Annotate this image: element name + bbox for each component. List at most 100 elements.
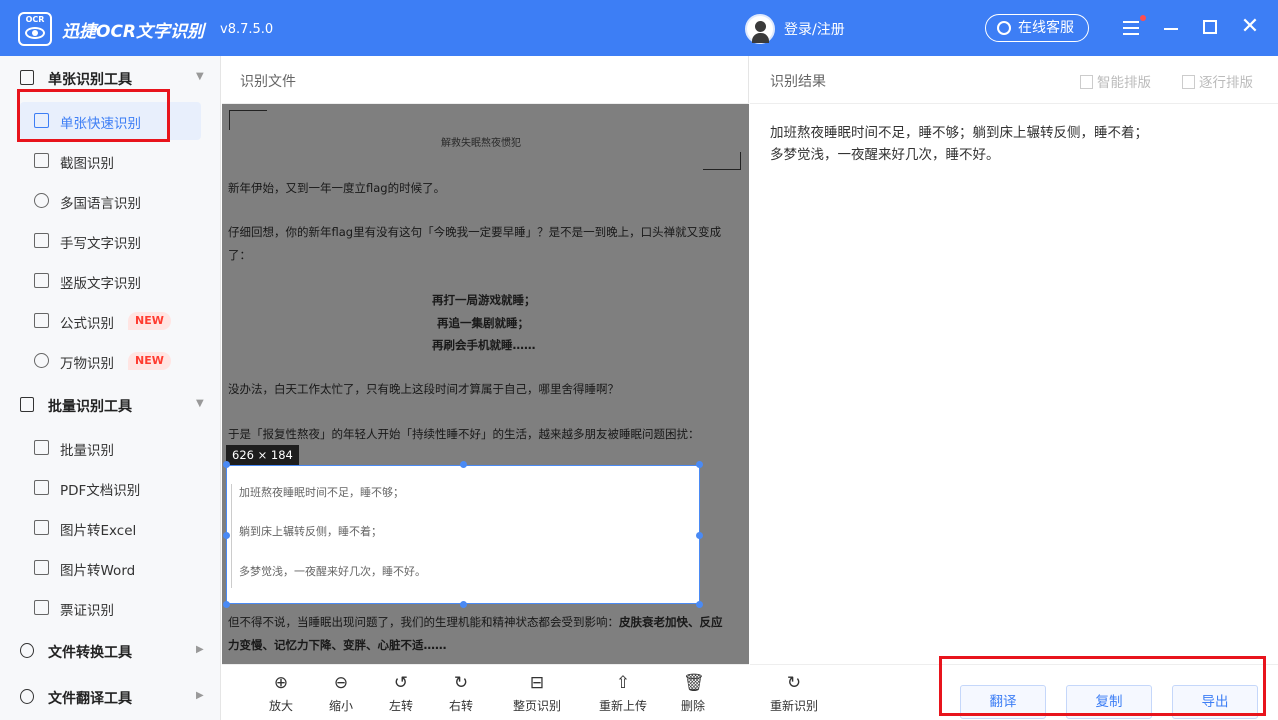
reocr-button[interactable]: ↻ 重新识别 xyxy=(764,673,824,719)
notification-dot xyxy=(1140,15,1146,21)
objects-icon xyxy=(34,353,49,368)
zoom-in-button[interactable]: ⊕ 放大 xyxy=(251,673,311,719)
line-layout-button[interactable]: 逐行排版 xyxy=(1182,71,1253,91)
section-translate-tools[interactable]: 文件翻译工具 ▶ xyxy=(0,675,221,719)
sidebar-item-ticket[interactable]: 票证识别 xyxy=(20,589,201,627)
sidebar-item-multilang[interactable]: 多国语言识别 xyxy=(20,182,201,220)
minimize-icon[interactable] xyxy=(1160,16,1182,38)
selection-size-badge: 626 × 184 xyxy=(226,445,299,465)
file-panel-header: 识别文件 xyxy=(222,56,749,104)
layout-icon xyxy=(1080,75,1093,89)
sidebar-item-screenshot[interactable]: 截图识别 xyxy=(20,142,201,180)
file-panel: 识别文件 解救失眠熬夜惯犯 新年伊始，又到一年一度立flag的时候了。 仔细回想… xyxy=(222,56,749,720)
sidebar-item-formula[interactable]: 公式识别 NEW xyxy=(20,302,201,340)
result-text[interactable]: 加班熬夜睡眠时间不足，睡不够；躺到床上辗转反侧，睡不着； 多梦觉浅，一夜醒来好几… xyxy=(770,122,1148,166)
lines-icon xyxy=(1182,75,1195,89)
menu-line xyxy=(1123,33,1139,35)
result-panel-header: 识别结果 智能排版 逐行排版 xyxy=(750,56,1278,104)
resize-handle[interactable] xyxy=(696,461,703,468)
line-layout-label: 逐行排版 xyxy=(1199,75,1253,91)
sidebar-item-label: 竖版文字识别 xyxy=(60,276,141,292)
sidebar-item-objects[interactable]: 万物识别 NEW xyxy=(20,342,201,380)
avatar-head xyxy=(755,21,766,32)
pen-icon xyxy=(34,233,49,248)
sidebar: 单张识别工具 ▼ 单张快速识别 截图识别 多国语言识别 手写文字识别 竖版文字识… xyxy=(0,56,221,720)
section-label: 文件翻译工具 xyxy=(48,691,132,707)
online-service-button[interactable]: 在线客服 xyxy=(985,14,1089,42)
zoom-out-button[interactable]: ⊖ 缩小 xyxy=(311,673,371,719)
new-badge: NEW xyxy=(128,312,171,330)
chevron-right-icon: ▶ xyxy=(196,644,204,655)
ticket-icon xyxy=(34,600,49,615)
resize-handle[interactable] xyxy=(223,461,230,468)
selection-box[interactable]: 加班熬夜睡眠时间不足，睡不够； 躺到床上辗转反侧，睡不着； 多梦觉浅，一夜醒来好… xyxy=(226,465,700,604)
maximize-box xyxy=(1203,20,1217,34)
excel-icon xyxy=(34,520,49,535)
app-version: v8.7.5.0 xyxy=(220,22,274,37)
file-toolbar: ⊕ 放大 ⊖ 缩小 ↺ 左转 ↻ 右转 ⊟ 整页识别 ⇧ 重新上传 🗑 删除 xyxy=(222,664,749,720)
sidebar-item-label: 批量识别 xyxy=(60,443,114,459)
tool-label: 放大 xyxy=(268,699,293,713)
formula-icon xyxy=(34,313,49,328)
crop-corner-bottom-right xyxy=(703,152,741,170)
resize-handle[interactable] xyxy=(696,532,703,539)
sidebar-item-excel[interactable]: 图片转Excel xyxy=(20,509,201,547)
resize-handle[interactable] xyxy=(460,461,467,468)
sidebar-item-label: 手写文字识别 xyxy=(60,236,141,252)
section-convert-tools[interactable]: 文件转换工具 ▶ xyxy=(0,629,221,673)
resize-handle[interactable] xyxy=(460,601,467,608)
full-page-button[interactable]: ⊟ 整页识别 xyxy=(507,673,567,719)
sidebar-item-label: 截图识别 xyxy=(60,156,114,172)
quote-bar xyxy=(231,484,232,588)
new-badge: NEW xyxy=(128,352,171,370)
online-service-label: 在线客服 xyxy=(1018,20,1074,36)
result-line: 多梦觉浅，一夜醒来好几次，睡不好。 xyxy=(770,147,1000,163)
selected-line: 躺到床上辗转反侧，睡不着； xyxy=(239,525,382,538)
sidebar-item-pdf[interactable]: PDF文档识别 xyxy=(20,469,201,507)
vertical-text-icon xyxy=(34,273,49,288)
menu-line xyxy=(1123,27,1139,29)
translate-icon xyxy=(20,689,34,704)
refresh-icon: ↻ xyxy=(786,673,802,693)
highlight-box-actions xyxy=(939,656,1266,716)
tool-label: 删除 xyxy=(680,699,705,713)
resize-handle[interactable] xyxy=(223,532,230,539)
full-page-icon: ⊟ xyxy=(529,673,545,693)
chevron-down-icon: ▼ xyxy=(196,71,204,82)
upload-icon: ⇧ xyxy=(615,673,631,693)
logo-text: OCR xyxy=(25,15,45,24)
smart-layout-button[interactable]: 智能排版 xyxy=(1080,71,1151,91)
section-label: 文件转换工具 xyxy=(48,645,132,661)
rotate-right-button[interactable]: ↻ 右转 xyxy=(431,673,491,719)
eye-pupil xyxy=(32,30,38,36)
sidebar-item-word[interactable]: 图片转Word xyxy=(20,549,201,587)
resize-handle[interactable] xyxy=(223,601,230,608)
trash-icon: 🗑 xyxy=(683,673,705,693)
crop-icon xyxy=(34,153,49,168)
sidebar-item-label: 多国语言识别 xyxy=(60,196,141,212)
close-icon[interactable]: ✕ xyxy=(1239,16,1261,38)
menu-icon[interactable] xyxy=(1120,15,1146,38)
word-icon xyxy=(34,560,49,575)
tool-label: 左转 xyxy=(388,699,413,713)
section-batch-tools[interactable]: 批量识别工具 ▼ xyxy=(0,383,221,427)
login-link[interactable]: 登录/注册 xyxy=(784,19,845,39)
maximize-icon[interactable] xyxy=(1199,16,1221,38)
result-line: 加班熬夜睡眠时间不足，睡不够；躺到床上辗转反侧，睡不着； xyxy=(770,125,1148,141)
sidebar-item-handwriting[interactable]: 手写文字识别 xyxy=(20,222,201,260)
app-logo: OCR xyxy=(18,12,52,46)
app-name: 迅捷OCR文字识别 xyxy=(62,22,205,42)
globe-icon xyxy=(34,193,49,208)
avatar[interactable] xyxy=(745,14,775,44)
convert-icon xyxy=(20,643,34,658)
rotate-left-button[interactable]: ↺ 左转 xyxy=(371,673,431,719)
sidebar-item-vertical[interactable]: 竖版文字识别 xyxy=(20,262,201,300)
rotate-right-icon: ↻ xyxy=(453,673,469,693)
delete-button[interactable]: 🗑 删除 xyxy=(663,673,723,719)
title-bar: OCR 迅捷OCR文字识别 v8.7.5.0 登录/注册 在线客服 ✕ xyxy=(0,0,1278,56)
resize-handle[interactable] xyxy=(696,601,703,608)
tool-label: 右转 xyxy=(448,699,473,713)
reupload-button[interactable]: ⇧ 重新上传 xyxy=(593,673,653,719)
sidebar-item-batch[interactable]: 批量识别 xyxy=(20,429,201,467)
sidebar-item-label: 公式识别 xyxy=(60,316,114,332)
